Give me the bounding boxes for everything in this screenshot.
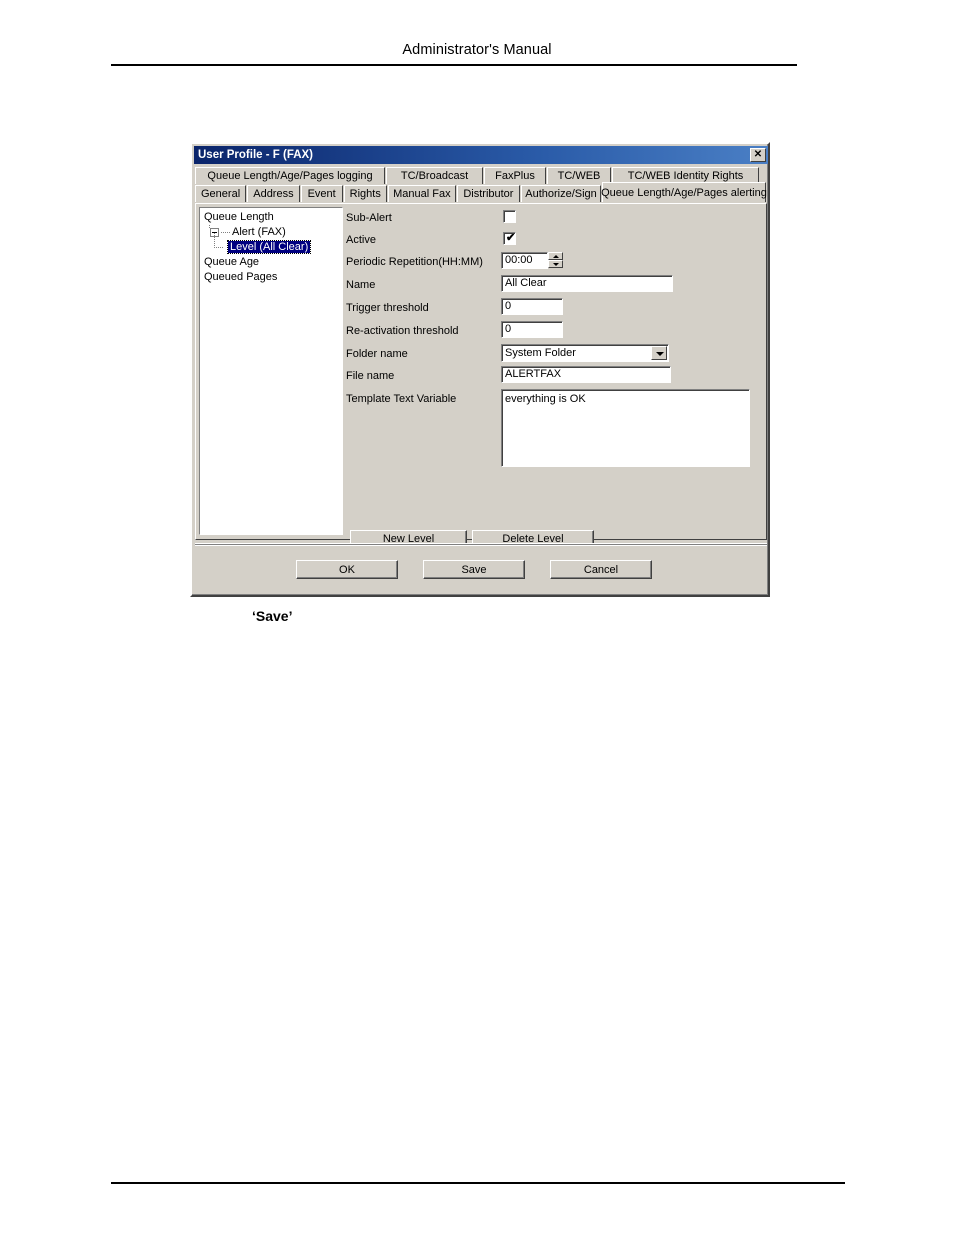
save-button-label: Save	[461, 563, 487, 576]
close-icon[interactable]: ✕	[750, 148, 766, 162]
spinner-buttons[interactable]	[548, 252, 563, 269]
tabstrip: Queue Length/Age/Pages logging TC/Broadc…	[195, 166, 767, 204]
tab-queue-length-age-pages-alerting[interactable]: Queue Length/Age/Pages alerting	[601, 182, 767, 202]
header-divider	[111, 64, 797, 66]
ok-button-label: OK	[339, 563, 355, 576]
active-check-icon: ✔	[506, 232, 516, 244]
tab-address[interactable]: Address	[247, 185, 300, 202]
tab-queue-length-age-pages-logging[interactable]: Queue Length/Age/Pages logging	[195, 167, 385, 184]
footer-divider	[111, 1182, 845, 1184]
file-name-label: File name	[346, 370, 395, 382]
tab-distributor[interactable]: Distributor	[456, 185, 520, 202]
tab-tc-broadcast[interactable]: TC/Broadcast	[386, 167, 483, 184]
sub-alert-checkbox[interactable]	[503, 210, 516, 223]
trigger-threshold-input[interactable]: 0	[501, 298, 563, 315]
cancel-button[interactable]: Cancel	[550, 560, 652, 579]
name-label: Name	[346, 279, 376, 291]
folder-name-combobox[interactable]: System Folder	[501, 344, 669, 362]
folder-name-label: Folder name	[346, 348, 408, 360]
spinner-down-icon[interactable]	[548, 260, 563, 268]
tab-faxplus[interactable]: FaxPlus	[484, 167, 546, 184]
dialog-button-bar: OK Save Cancel	[195, 543, 767, 592]
tree-elbow-vertical	[214, 233, 215, 247]
chevron-down-icon[interactable]	[651, 346, 667, 360]
dialog-titlebar: User Profile - F (FAX) ✕	[194, 146, 768, 164]
tab-general[interactable]: General	[195, 185, 247, 202]
dialog-title: User Profile - F (FAX)	[198, 149, 314, 161]
tree-elbow-horizontal	[214, 247, 224, 248]
tree-node-queue-length[interactable]: Queue Length	[200, 210, 342, 225]
cancel-button-label: Cancel	[583, 563, 619, 576]
periodic-repetition-label: Periodic Repetition(HH:MM)	[346, 256, 483, 268]
tree-node-queue-age-label: Queue Age	[204, 256, 260, 268]
tree-node-alert-fax[interactable]: Alert (FAX)	[200, 225, 342, 240]
tab-page-queue-alerting: Queue Length Alert (FAX) Level (All Clea…	[195, 203, 767, 548]
reactivation-threshold-label: Re-activation threshold	[346, 325, 459, 337]
save-button[interactable]: Save	[423, 560, 525, 579]
folder-name-value: System Folder	[505, 347, 576, 359]
figure-caption: ‘Save’	[252, 608, 293, 624]
alert-tree[interactable]: Queue Length Alert (FAX) Level (All Clea…	[199, 207, 343, 535]
page-header-title: Administrator's Manual	[402, 42, 552, 58]
document-header: Administrator's Manual	[0, 0, 954, 80]
tree-node-alert-fax-label: Alert (FAX)	[232, 226, 286, 238]
spinner-up-icon[interactable]	[548, 252, 563, 260]
file-name-input[interactable]: ALERTFAX	[501, 366, 671, 383]
tree-node-level-all-clear-label: Level (All Clear)	[226, 240, 312, 254]
tab-authorize-sign[interactable]: Authorize/Sign	[521, 185, 601, 202]
tab-event[interactable]: Event	[300, 185, 343, 202]
sub-alert-label: Sub-Alert	[346, 212, 392, 224]
periodic-repetition-spinner[interactable]: 00:00	[501, 252, 563, 269]
tree-node-queue-age[interactable]: Queue Age	[200, 255, 342, 270]
tab-rights[interactable]: Rights	[343, 185, 387, 202]
alert-level-form: Sub-Alert Active ✔ Periodic Repetition(H…	[346, 207, 765, 548]
template-text-variable-label: Template Text Variable	[346, 393, 457, 405]
tree-node-queue-length-label: Queue Length	[204, 211, 274, 223]
active-label: Active	[346, 234, 376, 246]
ok-button[interactable]: OK	[296, 560, 398, 579]
tree-node-queued-pages[interactable]: Queued Pages	[200, 270, 342, 285]
trigger-threshold-label: Trigger threshold	[346, 302, 429, 314]
name-input[interactable]: All Clear	[501, 275, 673, 292]
template-text-variable-textarea[interactable]: everything is OK	[501, 389, 750, 467]
tree-node-level-all-clear[interactable]: Level (All Clear)	[200, 233, 342, 255]
active-checkbox[interactable]: ✔	[503, 232, 516, 245]
tab-manual-fax[interactable]: Manual Fax	[387, 185, 456, 202]
user-profile-dialog: User Profile - F (FAX) ✕ Queue Length/Ag…	[190, 142, 770, 597]
reactivation-threshold-input[interactable]: 0	[501, 321, 563, 338]
button-bar-divider	[195, 544, 767, 546]
tree-node-queued-pages-label: Queued Pages	[204, 271, 278, 283]
tree-connector-line	[221, 231, 230, 233]
periodic-repetition-input[interactable]: 00:00	[501, 252, 548, 269]
tab-row-lower: General Address Event Rights Manual Fax …	[195, 182, 767, 202]
